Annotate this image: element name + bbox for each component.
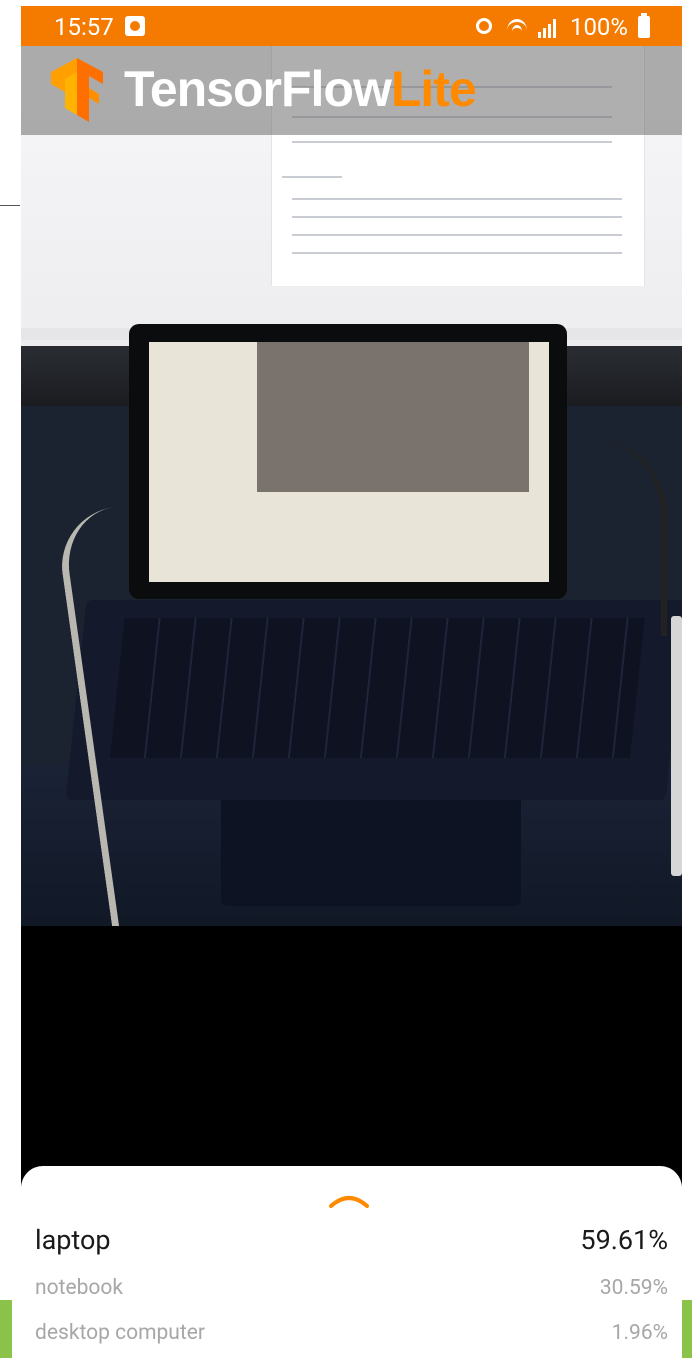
camera-preview[interactable]	[21, 46, 682, 926]
laptop-display-viewport	[257, 342, 529, 492]
result-label: laptop	[35, 1224, 111, 1256]
logo-text-accent: Lite	[390, 61, 477, 117]
alarm-icon	[474, 16, 496, 38]
left-edge-strip	[0, 1300, 12, 1358]
signal-icon	[537, 16, 560, 38]
chevron-up-icon[interactable]	[326, 1188, 372, 1212]
result-confidence: 30.59%	[599, 1276, 668, 1300]
app-logo-text: TensorFlowLite	[124, 60, 477, 118]
result-row-3: desktop computer 1.96%	[21, 1321, 682, 1345]
preview-letterbox	[21, 926, 682, 1186]
results-bottom-sheet[interactable]: laptop 59.61% notebook 30.59% desktop co…	[21, 1166, 682, 1358]
laptop-screen	[129, 324, 567, 599]
result-row-1: laptop 59.61%	[21, 1224, 682, 1256]
status-indicators: 100%	[474, 13, 650, 41]
edge-divider	[0, 205, 20, 206]
result-label: desktop computer	[35, 1321, 205, 1345]
photo-notification-icon	[125, 16, 145, 36]
result-confidence: 1.96%	[611, 1321, 668, 1345]
result-confidence: 59.61%	[580, 1224, 668, 1256]
logo-text-main: TensorFlow	[124, 61, 392, 117]
right-cable	[581, 436, 667, 636]
app-logo-banner: TensorFlowLite	[21, 46, 682, 135]
status-time: 15:57	[54, 13, 114, 41]
wifi-icon	[506, 16, 528, 38]
battery-percent: 100%	[569, 13, 628, 41]
result-label: notebook	[35, 1276, 123, 1300]
result-row-2: notebook 30.59%	[21, 1276, 682, 1300]
battery-icon	[638, 13, 650, 38]
screen: 15:57 100% TensorFlowLite laptop 59.61% …	[0, 0, 692, 1358]
tensorflow-logo-icon	[51, 58, 103, 122]
status-bar: 15:57 100%	[21, 6, 682, 46]
right-device-edge	[671, 616, 682, 876]
